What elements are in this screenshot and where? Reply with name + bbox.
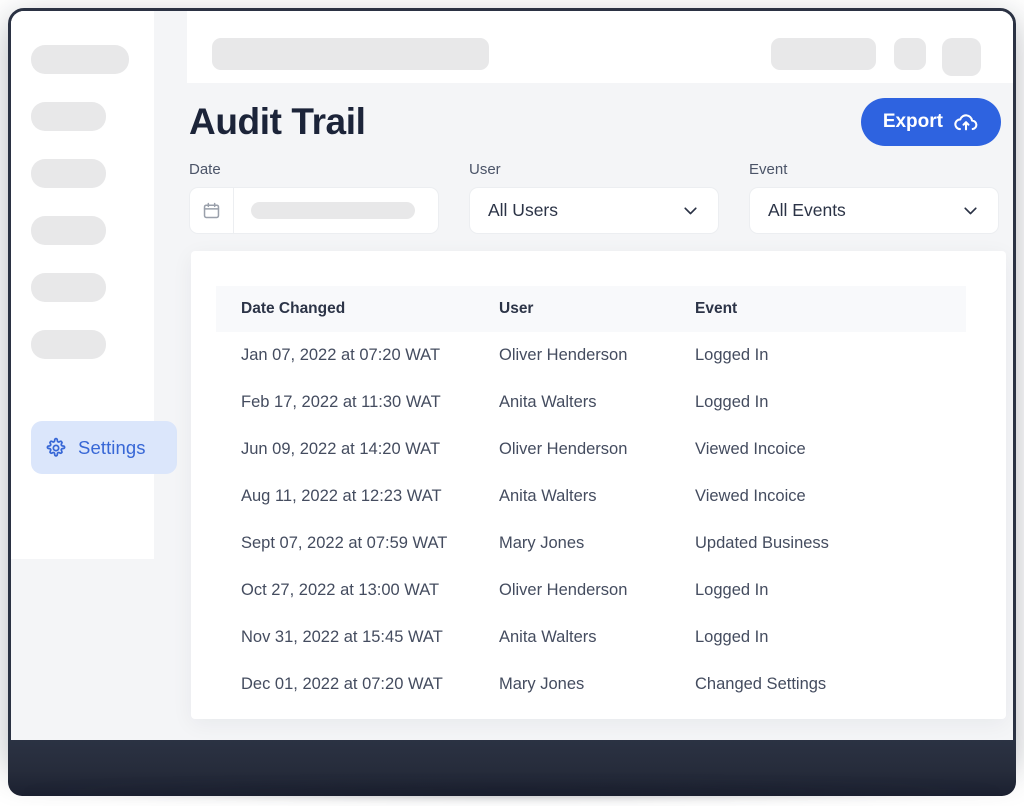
table-row[interactable]: Jun 09, 2022 at 14:20 WAT Oliver Henderso… (216, 426, 966, 473)
table-row[interactable]: Nov 31, 2022 at 15:45 WAT Anita Walters Lo… (216, 614, 966, 661)
filter-user-label: User (469, 161, 501, 178)
cell-event: Changed Settings (695, 675, 827, 693)
audit-table-body: Jan 07, 2022 at 07:20 WAT Oliver Henderso… (216, 332, 966, 708)
cell-user: Oliver Henderson (499, 440, 628, 458)
cell-date-changed: Oct 27, 2022 at 13:00 WAT (241, 581, 440, 599)
table-header-row: Date Changed User Event (216, 286, 966, 332)
filter-user: User All Users (469, 161, 719, 234)
action-pill-skeleton[interactable] (771, 38, 876, 70)
cell-user: Anita Walters (499, 628, 597, 646)
cell-user: Oliver Henderson (499, 346, 628, 364)
nav-skeleton-1[interactable] (31, 45, 129, 74)
device-frame: Settings Audit Trail Export Date User Al… (8, 8, 1016, 764)
table-row[interactable]: Jan 07, 2022 at 07:20 WAT Oliver Henderso… (216, 332, 966, 379)
cell-event: Updated Business (695, 534, 829, 552)
cell-event: Viewed Incoice (695, 487, 806, 505)
filter-date: Date (189, 161, 439, 234)
filter-event: Event All Events (749, 161, 999, 234)
user-select-value: All Users (488, 200, 559, 220)
nav-skeleton-6[interactable] (31, 330, 106, 359)
audit-table: Date Changed User Event Jan 07, 2022 at 07… (216, 286, 966, 708)
search-skeleton[interactable] (212, 38, 489, 70)
device-shadow (20, 782, 1004, 800)
icon-button-skeleton-1[interactable] (894, 38, 926, 70)
nav-skeleton-3[interactable] (31, 159, 106, 188)
screenshot-root: Settings Audit Trail Export Date User Al… (0, 0, 1024, 806)
cell-date-changed: Nov 31, 2022 at 15:45 WAT (241, 628, 443, 646)
export-button-label: Export (882, 111, 943, 132)
nav-skeleton-5[interactable] (31, 273, 106, 302)
cell-event: Logged In (695, 346, 769, 364)
cell-date-changed: Jun 09, 2022 at 14:20 WAT (241, 440, 441, 458)
audit-table-card: Date Changed User Event Jan 07, 2022 at 07… (191, 251, 1006, 719)
sidebar (11, 11, 154, 559)
cell-user: Mary Jones (499, 534, 585, 552)
table-row[interactable]: Feb 17, 2022 at 11:30 WAT Anita Walters Lo… (216, 379, 966, 426)
cell-user: Oliver Henderson (499, 581, 628, 599)
chevron-down-icon (960, 200, 981, 221)
cell-date-changed: Feb 17, 2022 at 11:30 WAT (241, 393, 441, 411)
cell-date-changed: Dec 01, 2022 at 07:20 WAT (241, 675, 443, 693)
filter-event-label: Event (749, 161, 788, 178)
column-header-0[interactable]: Date Changed (216, 286, 474, 332)
table-row[interactable]: Oct 27, 2022 at 13:00 WAT Oliver Henderso… (216, 567, 966, 614)
sidebar-item-settings-label: Settings (78, 436, 146, 458)
app-topbar (187, 11, 1013, 83)
cell-date-changed: Aug 11, 2022 at 12:23 WAT (241, 487, 442, 505)
page-header: Audit Trail Export (189, 98, 1001, 146)
cell-event: Logged In (695, 581, 769, 599)
table-row[interactable]: Aug 11, 2022 at 12:23 WAT Anita Walters Vi… (216, 473, 966, 520)
cell-event: Logged In (695, 393, 769, 411)
cell-user: Anita Walters (499, 393, 597, 411)
audit-table-header: Date Changed User Event (216, 286, 966, 332)
cell-date-changed: Sept 07, 2022 at 07:59 WAT (241, 534, 448, 552)
cell-date-changed: Jan 07, 2022 at 07:20 WAT (241, 346, 441, 364)
gear-icon (45, 437, 67, 459)
icon-button-skeleton-2[interactable] (942, 38, 981, 76)
cell-user: Mary Jones (499, 675, 585, 693)
filter-bar: Date User All Users Event All Events (189, 161, 1001, 234)
calendar-icon (190, 188, 234, 233)
user-select[interactable]: All Users (469, 187, 719, 234)
event-select[interactable]: All Events (749, 187, 999, 234)
sidebar-item-settings[interactable]: Settings (31, 421, 177, 474)
nav-skeleton-2[interactable] (31, 102, 106, 131)
date-input-placeholder (251, 202, 415, 219)
cell-user: Anita Walters (499, 487, 597, 505)
date-input[interactable] (189, 187, 439, 234)
main-content: Audit Trail Export Date User All Users E… (187, 83, 1013, 761)
chevron-down-icon (680, 200, 701, 221)
cell-event: Logged In (695, 628, 769, 646)
export-button[interactable]: Export (860, 98, 1001, 146)
event-select-value: All Events (768, 200, 846, 220)
page-title: Audit Trail (189, 101, 366, 142)
column-header-2[interactable]: Event (670, 286, 966, 332)
filter-date-label: Date (189, 161, 221, 178)
cell-event: Viewed Incoice (695, 440, 806, 458)
nav-skeleton-4[interactable] (31, 216, 106, 245)
cloud-upload-icon (953, 109, 979, 135)
column-header-1[interactable]: User (474, 286, 670, 332)
table-row[interactable]: Sept 07, 2022 at 07:59 WAT Mary Jones Upda… (216, 520, 966, 567)
table-row[interactable]: Dec 01, 2022 at 07:20 WAT Mary Jones Chang… (216, 661, 966, 708)
